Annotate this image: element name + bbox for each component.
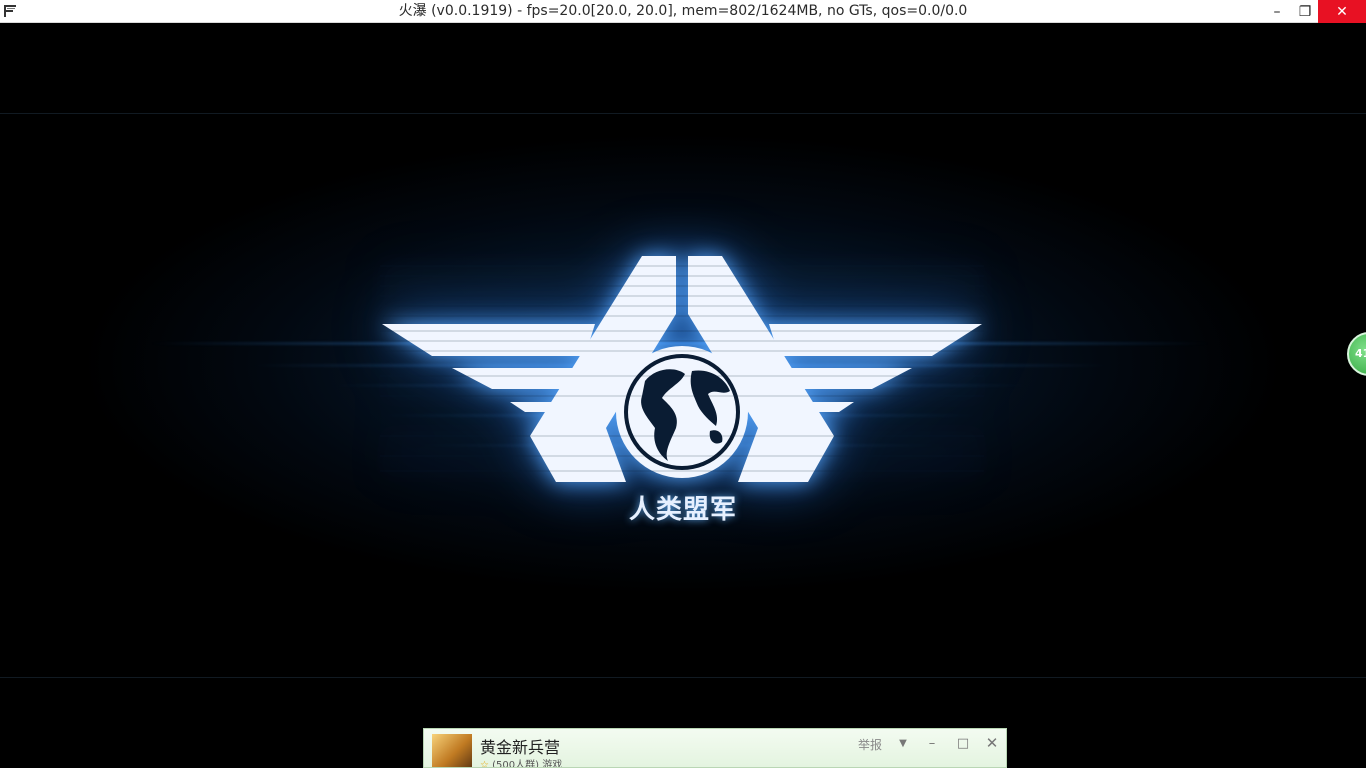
notification-minimize-button[interactable]: – [922,733,942,753]
faction-name: 人类盟军 [628,495,737,525]
notification-subtitle-text: (500人群) 游戏 [492,760,563,768]
side-badge-label: 41 [1355,347,1366,360]
close-button[interactable]: ✕ [1318,0,1366,23]
group-notification-popup[interactable]: 黄金新兵营 ☆ (500人群) 游戏 举报 ▼ – □ ✕ [423,728,1007,768]
window-titlebar[interactable]: 火瀑 (v0.0.1919) - fps=20.0[20.0, 20.0], m… [0,0,1366,23]
notification-close-button[interactable]: ✕ [982,733,1002,753]
game-viewport[interactable]: 人类盟军 41 [0,23,1366,768]
restore-button[interactable]: ❐ [1292,0,1318,23]
winged-globe-emblem-icon [380,256,984,482]
minimize-button[interactable]: – [1262,0,1292,23]
group-avatar [432,734,472,767]
dropdown-icon[interactable]: ▼ [893,733,913,753]
splash-stage: 人类盟军 [0,113,1366,678]
window-title: 火瀑 (v0.0.1919) - fps=20.0[20.0, 20.0], m… [398,3,968,19]
report-link[interactable]: 举报 [858,736,882,753]
notification-subtitle: ☆ (500人群) 游戏 [480,756,563,768]
notification-title: 黄金新兵营 [480,738,561,757]
notification-maximize-button[interactable]: □ [953,733,973,753]
star-icon: ☆ [480,760,489,768]
